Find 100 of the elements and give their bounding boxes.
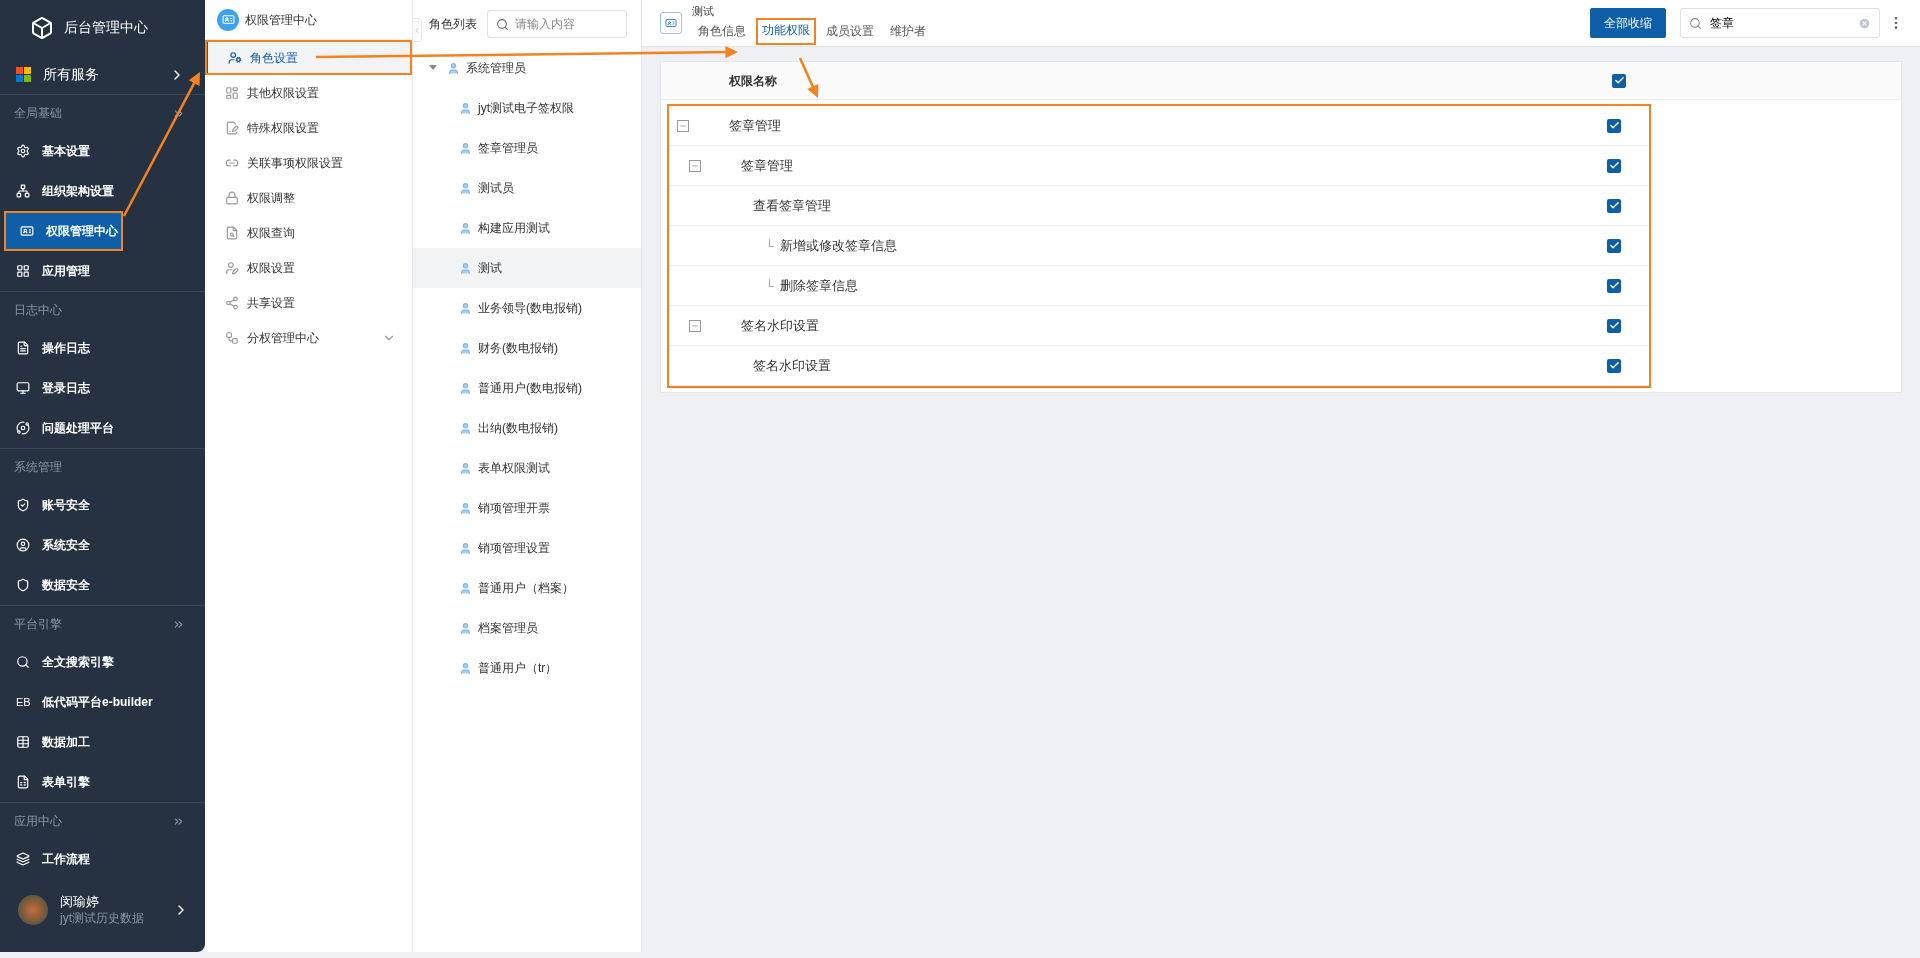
check-icon (1608, 120, 1620, 131)
submenu-item[interactable]: 特殊权限设置 (205, 110, 412, 145)
nodes-icon (16, 184, 30, 198)
person-icon (459, 621, 472, 635)
avatar (18, 895, 48, 925)
role-item[interactable]: 普通用户（tr） (413, 648, 641, 688)
sidebar-item[interactable]: 权限管理中心 (4, 211, 123, 251)
app-title: 后台管理中心 (64, 18, 148, 37)
table-icon (16, 735, 30, 749)
dashboard-icon (225, 85, 239, 100)
submenu-item[interactable]: 其他权限设置 (205, 75, 412, 110)
role-item[interactable]: 档案管理员 (413, 608, 641, 648)
collapse-toggle[interactable] (689, 159, 701, 172)
search-input[interactable]: 签章 (1710, 14, 1850, 32)
checkbox[interactable] (1607, 278, 1621, 293)
role-item[interactable]: jyt测试电子签权限 (413, 88, 641, 128)
role-item[interactable]: 普通用户(数电报销) (413, 368, 641, 408)
checkbox[interactable] (1607, 118, 1621, 133)
grid-colored-icon (16, 67, 31, 82)
person-icon (459, 141, 472, 155)
role-item[interactable]: 构建应用测试 (413, 208, 641, 248)
submenu-item[interactable]: 权限查询 (205, 215, 412, 250)
person-icon (459, 541, 472, 555)
person-icon (459, 421, 472, 435)
document-icon (16, 341, 30, 355)
submenu-title: 权限管理中心 (245, 11, 317, 29)
search-icon (16, 655, 30, 669)
id-card-badge-icon (217, 8, 239, 31)
sidebar-item[interactable]: 数据安全 (0, 565, 205, 605)
sidebar-item[interactable]: 基本设置 (0, 131, 205, 171)
search-field[interactable]: 签章 (1680, 8, 1880, 38)
tab[interactable]: 角色信息 (692, 17, 752, 45)
person-icon (459, 381, 472, 395)
role-item[interactable]: 测试 (413, 248, 641, 288)
collapse-toggle[interactable] (689, 319, 701, 332)
sidebar-item[interactable]: 组织架构设置 (0, 171, 205, 211)
checkbox[interactable] (1607, 318, 1621, 333)
sidebar-item[interactable]: 系统安全 (0, 525, 205, 565)
role-item[interactable]: 测试员 (413, 168, 641, 208)
role-item[interactable]: 签章管理员 (413, 128, 641, 168)
id-card-icon (20, 224, 34, 238)
role-item[interactable]: 出纳(数电报销) (413, 408, 641, 448)
sidebar-item[interactable]: 账号安全 (0, 485, 205, 525)
grid-icon (16, 264, 30, 278)
sidebar-item[interactable]: EB 低代码平台e-builder (0, 682, 205, 722)
role-item[interactable]: 销项管理设置 (413, 528, 641, 568)
sidebar-item[interactable]: 工作流程 (0, 839, 205, 879)
person-icon (459, 101, 472, 115)
role-item[interactable]: 财务(数电报销) (413, 328, 641, 368)
person-icon (459, 501, 472, 515)
cube-logo-icon (30, 15, 54, 40)
check-icon (1608, 280, 1620, 291)
submenu-item[interactable]: 权限设置 (205, 250, 412, 285)
submenu-item[interactable]: 关联事项权限设置 (205, 145, 412, 180)
checkbox[interactable] (1612, 73, 1626, 88)
check-icon (1608, 200, 1620, 211)
person-icon (459, 341, 472, 355)
column-header: 权限名称 (728, 72, 778, 90)
permission-name: 签章管理 (741, 156, 793, 175)
permission-name: 查看签章管理 (753, 196, 831, 215)
search-field[interactable]: 请输入内容 (487, 10, 627, 38)
collapse-toggle[interactable] (677, 119, 689, 132)
role-item[interactable]: 系统管理员 (466, 59, 526, 77)
checkbox[interactable] (1607, 358, 1621, 373)
role-item[interactable]: 销项管理开票 (413, 488, 641, 528)
sidebar-item[interactable]: 登录日志 (0, 368, 205, 408)
tab[interactable]: 成员设置 (820, 17, 880, 45)
gear-icon (16, 144, 30, 158)
sidebar-item[interactable]: 全文搜索引擎 (0, 642, 205, 682)
permission-name: 删除签章信息 (779, 276, 858, 295)
sidebar-item[interactable]: 操作日志 (0, 328, 205, 368)
collapse-all-button[interactable]: 全部收缩 (1590, 8, 1666, 38)
person-icon (459, 661, 472, 675)
tab[interactable]: 维护者 (884, 17, 932, 45)
search-icon (496, 17, 509, 31)
role-item[interactable]: 普通用户（档案） (413, 568, 641, 608)
tab[interactable]: 功能权限 (756, 17, 816, 45)
role-item[interactable]: 表单权限测试 (413, 448, 641, 488)
role-title: 测试 (692, 3, 715, 18)
sidebar-item[interactable]: 应用管理 (0, 251, 205, 291)
submenu-item[interactable]: 权限调整 (205, 180, 412, 215)
sidebar-item[interactable]: 问题处理平台 (0, 408, 205, 448)
submenu-item[interactable]: 分权管理中心 (205, 320, 412, 355)
submenu-item[interactable]: 角色设置 (205, 40, 412, 75)
person-icon (459, 301, 472, 315)
collapse-handle[interactable] (412, 18, 422, 42)
branch-mark: └ (765, 237, 774, 255)
user-pen-icon (225, 260, 239, 275)
sidebar-item[interactable]: 数据加工 (0, 722, 205, 762)
user-name: 闵瑜婷 (60, 894, 100, 910)
orbit-icon (16, 421, 30, 435)
checkbox[interactable] (1607, 158, 1621, 173)
role-item[interactable]: 业务领导(数电报销) (413, 288, 641, 328)
checkbox[interactable] (1607, 238, 1621, 253)
submenu-item[interactable]: 共享设置 (205, 285, 412, 320)
section-title: 全局基础 (14, 105, 63, 122)
search-input[interactable]: 请输入内容 (515, 15, 615, 33)
person-icon (447, 61, 460, 75)
checkbox[interactable] (1607, 198, 1621, 213)
sidebar-item[interactable]: 表单引擎 (0, 762, 205, 802)
